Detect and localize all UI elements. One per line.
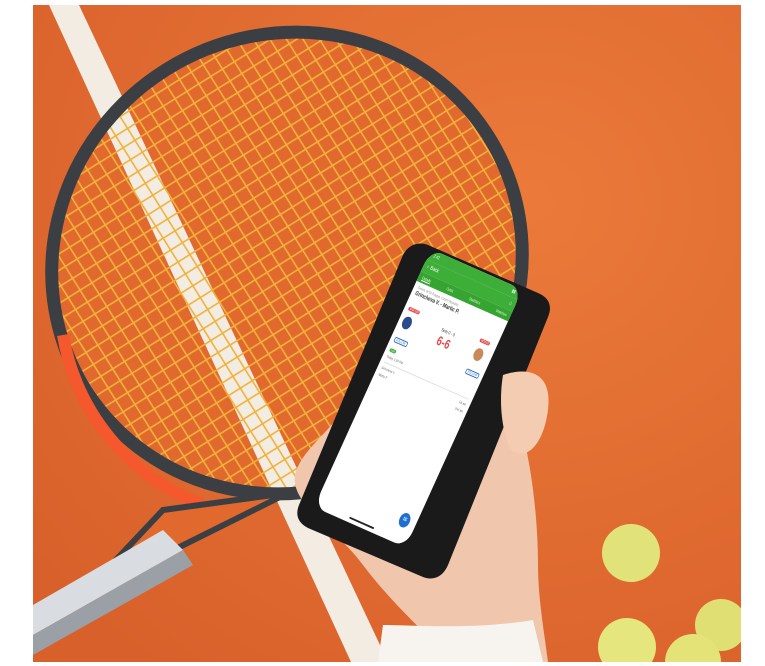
second-set-label: 2nd set: [454, 406, 464, 414]
tennis-photo: [33, 5, 741, 662]
tab-odds[interactable]: Odds: [446, 286, 455, 293]
player-away: Martic P.: [377, 372, 389, 380]
home-avatar: [399, 315, 414, 331]
status-time: 2:42: [432, 253, 441, 262]
follow-home-button[interactable]: FOLLOW: [393, 336, 409, 348]
photo-scene: 2:42 ▮▮ ‹ Back ⌂ Details Odds Statistics…: [33, 5, 741, 662]
back-button[interactable]: Back: [429, 266, 439, 275]
chat-icon: ✉: [401, 516, 409, 524]
away-badge: WTA 62: [479, 338, 491, 346]
battery-icon: ▮▮: [510, 288, 517, 296]
bell-icon[interactable]: ⌂: [508, 301, 513, 307]
away-avatar: [471, 346, 486, 363]
follow-away-button[interactable]: FOLLOW: [464, 368, 480, 380]
home-badge: WTA 150: [407, 306, 421, 315]
chat-fab-button[interactable]: ✉: [396, 511, 413, 530]
